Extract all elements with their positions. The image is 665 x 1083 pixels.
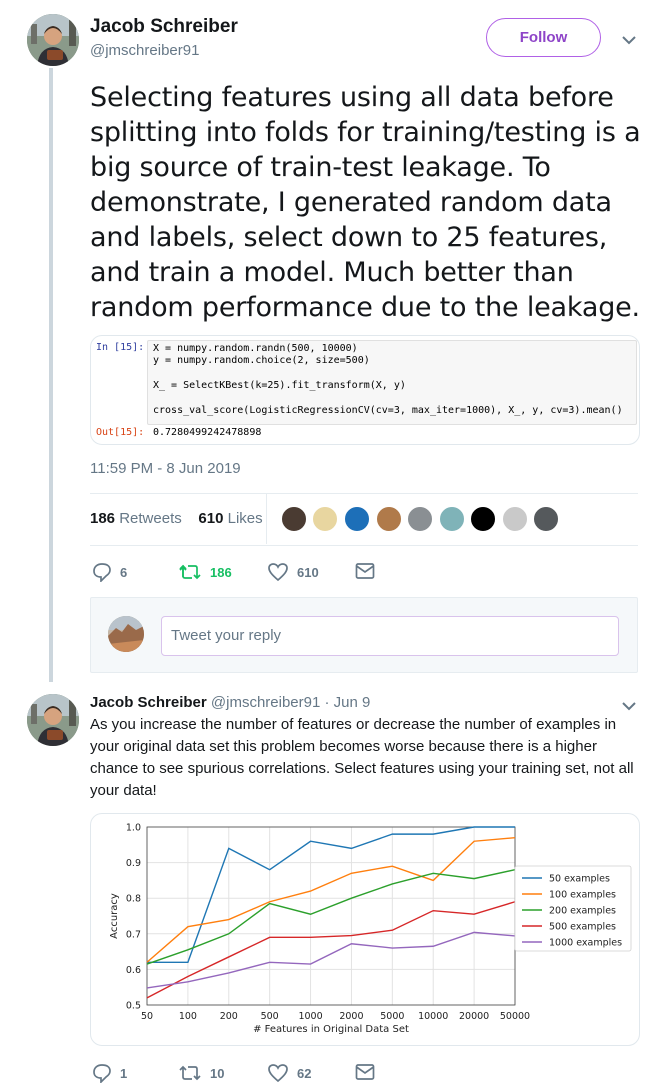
y-tick-label: 0.7 xyxy=(126,929,141,940)
direct-message-action[interactable] xyxy=(355,562,375,580)
tweet-timestamp[interactable]: 11:59 PM - 8 Jun 2019 xyxy=(90,460,241,477)
reply-author-avatar[interactable] xyxy=(27,694,79,746)
thread-connector-line xyxy=(49,68,53,682)
retweet-icon xyxy=(179,1065,201,1081)
x-tick-label: 200 xyxy=(220,1011,238,1022)
legend-entry: 50 examples xyxy=(549,874,610,885)
divider xyxy=(90,493,638,494)
code-line: X = numpy.random.randn(500, 10000) xyxy=(153,343,358,354)
legend-entry: 100 examples xyxy=(549,890,616,901)
series-line xyxy=(146,869,516,965)
liker-avatar[interactable] xyxy=(439,506,465,532)
legend-entry: 1000 examples xyxy=(549,938,622,949)
follow-button[interactable]: Follow xyxy=(486,18,601,57)
legend-entry: 500 examples xyxy=(549,922,616,933)
liker-avatar[interactable] xyxy=(344,506,370,532)
liker-avatar[interactable] xyxy=(470,506,496,532)
x-tick-label: 10000 xyxy=(418,1011,448,1022)
like-action[interactable]: 62 xyxy=(267,1063,311,1083)
reply-count: 1 xyxy=(120,1065,128,1081)
reply-author-name[interactable]: Jacob Schreiber xyxy=(90,694,207,711)
liker-avatar[interactable] xyxy=(502,506,528,532)
liker-avatar[interactable] xyxy=(312,506,338,532)
avatar-photo-icon xyxy=(27,694,79,746)
reply-author-handle[interactable]: @jmschreiber91 xyxy=(211,694,320,711)
x-tick-label: 2000 xyxy=(339,1011,363,1022)
series-line xyxy=(146,901,516,999)
x-tick-label: 50000 xyxy=(500,1011,530,1022)
retweet-count: 186 xyxy=(210,564,232,580)
retweet-count: 10 xyxy=(210,1065,225,1081)
code-line: cross_val_score(LogisticRegressionCV(cv=… xyxy=(153,405,623,416)
y-axis-label: Accuracy xyxy=(109,893,120,939)
code-out-prompt: Out[15]: xyxy=(96,427,145,438)
y-tick-label: 0.9 xyxy=(126,858,141,869)
likes-label[interactable]: Likes xyxy=(228,510,263,527)
tweet-stats: 186 Retweets 610 Likes xyxy=(90,510,263,527)
liker-avatar[interactable] xyxy=(376,506,402,532)
reply-input[interactable]: Tweet your reply xyxy=(161,616,619,656)
x-axis-label: # Features in Original Data Set xyxy=(253,1024,409,1035)
chevron-down-icon[interactable] xyxy=(622,35,636,45)
reply-composer: Tweet your reply xyxy=(90,597,638,673)
code-in-prompt: In [15]: xyxy=(96,342,145,353)
reply-count: 6 xyxy=(120,564,128,580)
like-action[interactable]: 610 xyxy=(267,562,319,582)
like-count: 610 xyxy=(297,564,319,580)
author-name[interactable]: Jacob Schreiber xyxy=(90,16,238,38)
accuracy-line-chart: 0.5 0.6 0.7 0.8 0.9 1.0 50 100 200 500 1000 2000 500… xyxy=(109,823,632,1035)
author-handle[interactable]: @jmschreiber91 xyxy=(90,42,199,59)
heart-icon xyxy=(268,563,288,582)
heart-icon xyxy=(268,1064,288,1083)
retweet-action[interactable]: 10 xyxy=(178,1063,224,1083)
x-tick-label: 100 xyxy=(179,1011,197,1022)
liker-avatar[interactable] xyxy=(533,506,559,532)
direct-message-action[interactable] xyxy=(355,1063,375,1081)
reply-icon xyxy=(93,1064,111,1083)
code-line: y = numpy.random.choice(2, size=500) xyxy=(153,355,370,366)
chevron-down-icon[interactable] xyxy=(622,701,636,711)
x-tick-label: 20000 xyxy=(459,1011,489,1022)
avatar-photo-icon xyxy=(27,14,79,66)
code-output: 0.7280499242478898 xyxy=(153,427,262,438)
reply-header: Jacob Schreiber @jmschreiber91 · Jun 9 xyxy=(90,694,370,711)
legend-entry: 200 examples xyxy=(549,906,616,917)
author-avatar[interactable] xyxy=(27,14,79,66)
envelope-icon xyxy=(355,1064,375,1080)
reply-action[interactable]: 1 xyxy=(92,1063,127,1083)
likes-count[interactable]: 610 xyxy=(198,510,223,527)
envelope-icon xyxy=(355,563,375,579)
series-line xyxy=(146,931,516,989)
code-line: X_ = SelectKBest(k=25).fit_transform(X, … xyxy=(153,380,406,391)
y-tick-label: 1.0 xyxy=(126,823,141,834)
y-tick-label: 0.5 xyxy=(126,1001,141,1012)
like-count: 62 xyxy=(297,1065,312,1081)
x-tick-label: 1000 xyxy=(298,1011,322,1022)
tweet-text: Selecting features using all data before… xyxy=(90,82,641,323)
stats-divider xyxy=(266,493,267,544)
liker-avatar[interactable] xyxy=(407,506,433,532)
series-line xyxy=(147,826,515,963)
x-tick-label: 5000 xyxy=(380,1011,404,1022)
code-screenshot[interactable]: In [15]: X = numpy.random.randn(500, 100… xyxy=(90,335,640,445)
y-tick-label: 0.8 xyxy=(126,894,141,905)
retweet-icon xyxy=(179,564,201,580)
landscape-avatar-icon xyxy=(108,616,144,652)
retweet-action[interactable]: 186 xyxy=(178,562,232,582)
reply-icon xyxy=(93,563,111,582)
reply-text: As you increase the number of features o… xyxy=(90,716,634,799)
divider xyxy=(90,545,638,546)
reply-date[interactable]: · Jun 9 xyxy=(325,694,371,711)
retweets-count[interactable]: 186 xyxy=(90,510,115,527)
retweets-label[interactable]: Retweets xyxy=(119,510,182,527)
x-tick-label: 50 xyxy=(141,1011,153,1022)
x-tick-label: 500 xyxy=(261,1011,279,1022)
y-tick-label: 0.6 xyxy=(126,965,141,976)
accuracy-chart-image[interactable]: 0.5 0.6 0.7 0.8 0.9 1.0 50 100 200 500 1000 2000 500… xyxy=(90,813,640,1046)
reply-action[interactable]: 6 xyxy=(92,562,127,582)
current-user-avatar[interactable] xyxy=(108,616,144,652)
liker-avatar[interactable] xyxy=(281,506,307,532)
